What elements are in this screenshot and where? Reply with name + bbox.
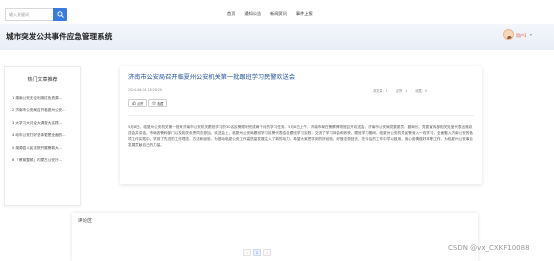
hot-articles-list: 1 湖南公安无论利用红色资源... 2 济南市公安局召开临夏州公安... 3 大…: [12, 96, 74, 170]
thumb-up-icon: [131, 101, 136, 105]
search-placeholder: 输入关键词: [9, 11, 29, 17]
article-likes: 点赞：1: [395, 89, 408, 93]
pagination: ‹ 1 ›: [243, 249, 271, 256]
divider: [128, 115, 474, 116]
list-item[interactable]: 4 动车公安打好总体更是全面的...: [12, 133, 74, 145]
main-nav: 首页 通知公告 新闻资讯 事件上报: [227, 11, 313, 17]
list-item[interactable]: 1 湖南公安无论利用红色资源...: [12, 96, 74, 108]
list-item[interactable]: 6 「教育整顿」内蒙古公安厅...: [12, 158, 74, 170]
username[interactable]: 用户1: [516, 33, 527, 39]
article-views: 浏览量：1: [373, 89, 388, 93]
comment-title: 评论区: [78, 219, 92, 224]
favorite-label: 收藏: [157, 101, 164, 106]
avatar[interactable]: [503, 29, 514, 40]
search-input[interactable]: 输入关键词: [5, 8, 53, 21]
nav-item-home[interactable]: 首页: [227, 11, 235, 17]
article-collects: 收藏：0: [415, 89, 427, 93]
site-title: 城市突发公共事件应急管理系统: [6, 32, 113, 41]
list-item[interactable]: 3 大学习大讨论大调查大实践...: [12, 121, 74, 133]
search-button[interactable]: [53, 8, 67, 21]
article-body: 5月8日，临夏州公安机关第一批来济南市公安机关跟班学习的30名民警顺利完成两个月…: [128, 125, 473, 147]
article-stats: 浏览量：1 点赞：1 收藏：0: [373, 88, 427, 93]
article-date: 2024-06-04 16:28:29: [128, 88, 162, 92]
like-button[interactable]: 点赞: [128, 99, 147, 107]
article-title: 济南市公安局召开临夏州公安机关第一批跟班学习民警欢送会: [128, 74, 296, 81]
next-page-button[interactable]: ›: [263, 249, 271, 256]
hot-articles-title: 热门文章推荐: [27, 77, 58, 83]
nav-item-report[interactable]: 事件上报: [296, 11, 313, 17]
comment-section: [72, 213, 478, 261]
like-label: 点赞: [137, 101, 144, 106]
list-item[interactable]: 5 湖源县人民法院开展警城大...: [12, 146, 74, 158]
search-icon: [56, 11, 64, 18]
page-number-button[interactable]: 1: [253, 249, 261, 256]
chevron-down-icon[interactable]: ▾: [530, 33, 532, 37]
list-item[interactable]: 2 济南市公安局召开临夏州公安...: [12, 108, 74, 120]
star-icon: [151, 101, 156, 105]
watermark: CSDN @vx_CXKF10088: [448, 244, 530, 252]
prev-page-button[interactable]: ‹: [243, 249, 251, 256]
favorite-button[interactable]: 收藏: [148, 99, 167, 107]
nav-item-news[interactable]: 新闻资讯: [270, 11, 287, 17]
nav-item-notices[interactable]: 通知公告: [244, 11, 261, 17]
